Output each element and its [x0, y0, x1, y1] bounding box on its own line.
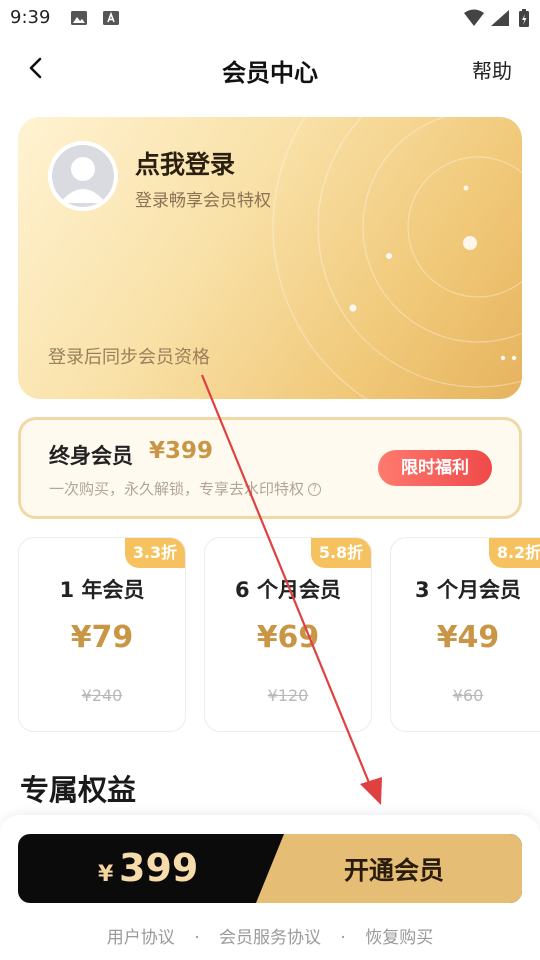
- plan-price: ¥69: [256, 620, 320, 655]
- avatar[interactable]: [48, 141, 118, 211]
- plan-card-3-months[interactable]: 8.2折 3 个月会员 ¥49 ¥60: [390, 537, 540, 732]
- membership-screen: 9:39 会员中心 帮助 点我登录 登录畅享会员特权 登录后同步会员资格 终身会…: [0, 0, 540, 960]
- plan-price: ¥49: [436, 620, 500, 655]
- lifetime-price: ¥399: [149, 438, 214, 464]
- lifetime-plan-card[interactable]: 终身会员 ¥399 一次购买，永久解锁，专享去水印特权? 限时福利: [18, 417, 522, 519]
- discount-tag: 3.3折: [125, 538, 185, 568]
- service-agreement-link[interactable]: 会员服务协议: [219, 928, 321, 948]
- plan-original-price: ¥240: [81, 686, 123, 705]
- lifetime-desc: 一次购买，永久解锁，专享去水印特权?: [49, 478, 322, 499]
- link-separator: ·: [340, 928, 346, 948]
- plan-name: 6 个月会员: [235, 578, 341, 602]
- plan-original-price: ¥120: [267, 686, 309, 705]
- open-membership-label: 开通会员: [344, 856, 445, 885]
- image-notification-icon: [71, 11, 87, 25]
- restore-purchase-link[interactable]: 恢复购买: [365, 928, 433, 948]
- limited-offer-badge: 限时福利: [378, 450, 492, 486]
- question-mark-icon[interactable]: ?: [308, 483, 322, 496]
- lifetime-desc-text: 一次购买，永久解锁，专享去水印特权: [49, 480, 305, 498]
- battery-icon: [519, 9, 529, 27]
- plan-name: 1 年会员: [59, 578, 145, 602]
- total-price: 399: [119, 846, 199, 890]
- plan-card-6-months[interactable]: 5.8折 6 个月会员 ¥69 ¥120: [204, 537, 372, 732]
- page-title: 会员中心: [222, 59, 318, 87]
- benefits-section-title: 专属权益: [20, 773, 137, 807]
- status-time: 9:39: [10, 7, 51, 28]
- member-card: 点我登录 登录畅享会员特权 登录后同步会员资格: [18, 117, 522, 399]
- plan-name: 3 个月会员: [415, 578, 521, 602]
- lifetime-title: 终身会员: [49, 444, 133, 468]
- plan-price: ¥79: [70, 620, 134, 655]
- user-agreement-link[interactable]: 用户协议: [107, 928, 175, 948]
- plan-original-price: ¥60: [452, 686, 484, 705]
- currency-symbol: ¥: [98, 862, 114, 887]
- plan-card-1-year[interactable]: 3.3折 1 年会员 ¥79 ¥240: [18, 537, 186, 732]
- help-button[interactable]: 帮助: [472, 55, 512, 84]
- nav-bar: 会员中心 帮助: [0, 36, 540, 102]
- login-subtitle: 登录畅享会员特权: [135, 191, 271, 211]
- open-membership-button[interactable]: ¥ 399 开通会员: [18, 834, 522, 903]
- status-bar: 9:39: [0, 0, 540, 36]
- discount-tag: 8.2折: [489, 538, 540, 568]
- discount-tag: 5.8折: [311, 538, 371, 568]
- font-notification-icon: [103, 11, 119, 25]
- wifi-icon: [464, 9, 484, 26]
- signal-icon: [491, 10, 509, 26]
- link-separator: ·: [194, 928, 200, 948]
- login-title[interactable]: 点我登录: [135, 145, 235, 181]
- sync-note: 登录后同步会员资格: [48, 347, 210, 368]
- agreement-links: 用户协议 · 会员服务协议 · 恢复购买: [0, 923, 540, 948]
- bottom-purchase-panel: ¥ 399 开通会员 用户协议 · 会员服务协议 · 恢复购买: [0, 815, 540, 960]
- default-user-icon: [60, 157, 106, 203]
